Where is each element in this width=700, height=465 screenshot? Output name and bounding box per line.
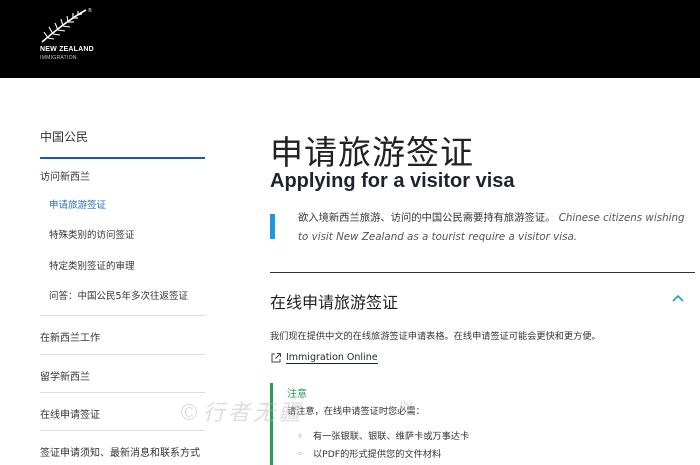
note-list-item: ◦ 以PDF的形式提供您的文件材料 <box>297 446 441 460</box>
sidebar-item-apply-online[interactable]: 在线申请签证 <box>40 406 100 421</box>
accordion-title-apply-online[interactable]: 在线申请旅游签证 <box>270 289 398 313</box>
sidebar-divider <box>40 392 205 393</box>
intro-text: 欲入境新西兰旅游、访问的中国公民需要持有旅游签证。 Chinese citize… <box>298 209 694 247</box>
sidebar-item-study-nz[interactable]: 留学新西兰 <box>40 368 90 383</box>
sidebar-item-work-nz[interactable]: 在新西兰工作 <box>40 329 100 344</box>
intro-accent-bar <box>270 214 275 239</box>
watermark: ©行者无疆 <box>178 401 304 426</box>
sidebar-item-visit-nz[interactable]: 访问新西兰 <box>40 168 90 183</box>
sidebar-subitem-visitor-visa[interactable]: 申请旅游签证 <box>49 197 106 211</box>
section-divider <box>270 272 695 273</box>
site-header: ® NEW ZEALAND IMMIGRATION <box>0 0 700 78</box>
page-title-en: Applying for a visitor visa <box>270 170 515 192</box>
bullet-icon: ◦ <box>297 449 303 460</box>
note-list-item-text: 有一张银联、银联、维萨卡或万事达卡 <box>313 431 470 442</box>
immigration-online-link-label[interactable]: Immigration Online <box>286 352 378 364</box>
sidebar-divider <box>40 430 205 431</box>
external-link-icon <box>271 353 281 363</box>
note-list-item: ◦ 有一张银联、银联、维萨卡或万事达卡 <box>297 428 469 442</box>
page-title-zh: 申请旅游签证 <box>270 133 474 172</box>
sidebar-subitem-5yr-multiple-entry-faq[interactable]: 问答：中国公民5年多次往返签证 <box>49 288 188 302</box>
bullet-icon: ◦ <box>297 431 303 442</box>
logo-title: NEW ZEALAND <box>40 46 94 53</box>
sidebar-divider <box>40 315 205 316</box>
sidebar-subitem-specific-visa-processing[interactable]: 特定类别签证的审理 <box>49 258 135 272</box>
sidebar-subitem-special-visitor-visa[interactable]: 特殊类别的访问签证 <box>49 227 135 241</box>
nz-immigration-logo[interactable]: ® NEW ZEALAND IMMIGRATION <box>40 8 100 62</box>
sidebar-heading[interactable]: 中国公民 <box>40 128 205 159</box>
chevron-up-icon[interactable] <box>671 293 685 303</box>
sidebar-nav: 中国公民 访问新西兰 申请旅游签证 特殊类别的访问签证 特定类别签证的审理 问答… <box>40 128 205 459</box>
section-description: 我们现在提供中文的在线旅游签证申请表格。在线申请签证可能会更快和更方便。 <box>270 331 601 342</box>
note-list-item-text: 以PDF的形式提供您的文件材料 <box>313 449 442 460</box>
silver-fern-icon <box>41 9 87 43</box>
watermark-suffix: Ily <box>400 398 412 412</box>
intro-text-zh: 欲入境新西兰旅游、访问的中国公民需要持有旅游签证。 <box>298 212 556 224</box>
immigration-online-link[interactable]: Immigration Online <box>270 350 378 366</box>
registered-mark: ® <box>88 8 92 14</box>
logo-subtitle: IMMIGRATION <box>40 55 77 61</box>
sidebar-item-notices-contact[interactable]: 签证申请须知、最新消息和联系方式 <box>40 444 200 459</box>
sidebar-divider <box>40 354 205 355</box>
